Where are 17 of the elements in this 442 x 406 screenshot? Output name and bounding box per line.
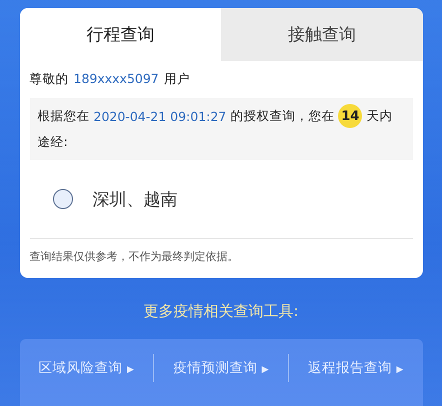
notice-text: 途经: <box>38 134 68 150</box>
greeting-text: 用户 <box>164 71 190 88</box>
notice-text: 的授权查询，您在 <box>230 108 334 124</box>
place-list: 深圳、越南 <box>92 188 178 210</box>
days-badge: 14 <box>338 104 362 128</box>
tool-link[interactable]: 疫情预测查询 ▶ <box>154 358 288 376</box>
greeting-text: 尊敬的 <box>30 71 68 88</box>
tool-link[interactable]: 区域风险查询 ▶ <box>20 358 154 376</box>
tool-link[interactable]: 返程报告查询 ▶ <box>288 358 423 376</box>
radio-button[interactable] <box>52 189 72 209</box>
tab[interactable]: 接触查询 <box>221 8 422 61</box>
disclaimer-text: 查询结果仅供参考，不作为最终判定依据。 <box>28 249 240 265</box>
notice-text: 天内 <box>366 108 392 124</box>
notice-text: 根据您在 <box>38 108 90 124</box>
query-datetime: 2020-04-21 09:01:27 <box>94 108 226 124</box>
phone-number: 189xxxx5097 <box>74 71 159 88</box>
section-title: 更多疫情相关查询工具: <box>143 302 299 321</box>
